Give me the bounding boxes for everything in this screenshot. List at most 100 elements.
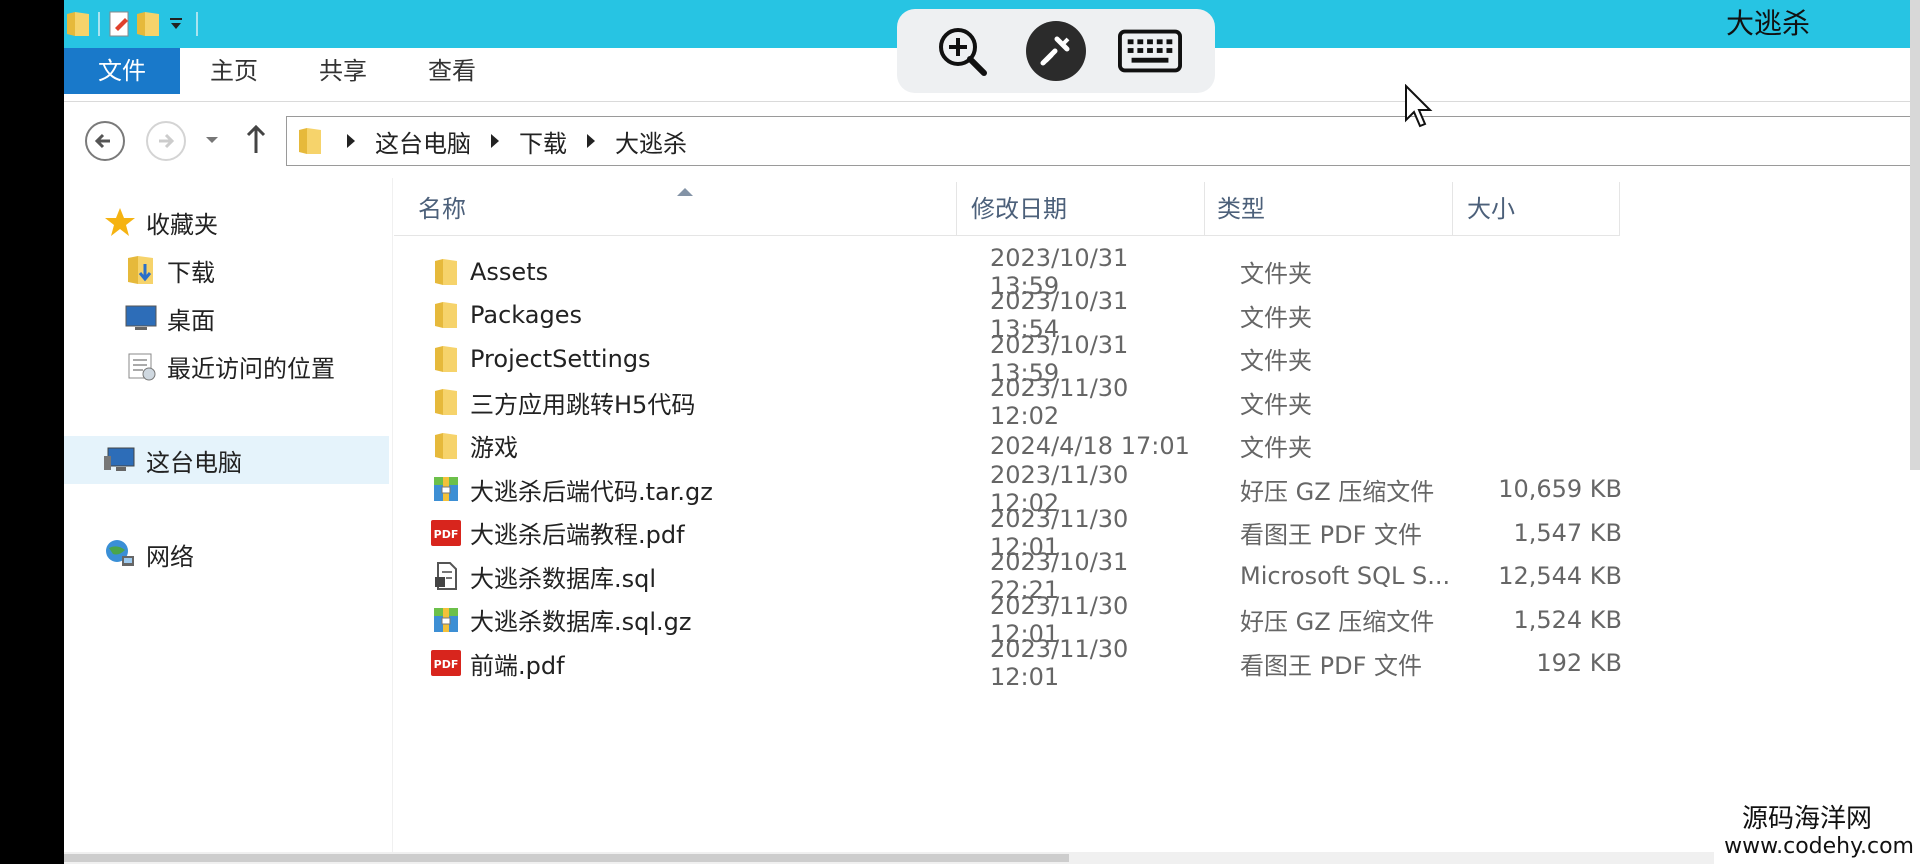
archive-icon — [430, 473, 462, 505]
breadcrumb-separator[interactable] — [587, 134, 595, 148]
tab-file[interactable]: 文件 — [64, 48, 180, 94]
column-header-name[interactable]: 名称 — [394, 182, 957, 236]
folder-icon — [430, 256, 462, 288]
tab-home[interactable]: 主页 — [210, 48, 258, 94]
network-icon — [102, 536, 138, 572]
file-name: Packages — [470, 301, 582, 330]
file-type: 看图王 PDF 文件 — [1240, 651, 1423, 680]
file-name-cell[interactable]: 大逃杀后端代码.tar.gz — [394, 472, 954, 507]
keyboard-icon[interactable] — [1118, 19, 1182, 83]
recent-locations-chevron-down-icon[interactable] — [204, 132, 220, 148]
breadcrumb-this-pc[interactable]: 这台电脑 — [375, 124, 471, 159]
folder-icon[interactable] — [64, 6, 92, 42]
file-type: 好压 GZ 压缩文件 — [1240, 608, 1435, 637]
computer-icon — [102, 442, 138, 478]
file-name: 三方应用跳转H5代码 — [470, 390, 696, 419]
file-size: 10,659 KB — [1498, 475, 1622, 504]
tab-view[interactable]: 查看 — [428, 48, 476, 94]
file-name-cell[interactable]: 大逃杀数据库.sql.gz — [394, 602, 954, 637]
remote-connection-icon[interactable] — [1024, 19, 1088, 83]
sidebar-item-network[interactable]: 网络 — [102, 534, 194, 574]
breadcrumb-separator[interactable] — [491, 134, 499, 148]
file-row[interactable]: PDF 前端.pdf 2023/11/30 12:01 看图王 PDF 文件 192 K… — [394, 635, 1694, 691]
file-size: 1,547 KB — [1513, 518, 1622, 547]
file-name: 大逃杀数据库.sql.gz — [470, 608, 692, 637]
file-name-cell[interactable]: 游戏 — [394, 428, 954, 463]
file-size: 1,524 KB — [1513, 605, 1622, 634]
remote-desktop-toolbar — [897, 9, 1215, 93]
star-icon — [102, 204, 138, 240]
file-size: 12,544 KB — [1498, 562, 1622, 591]
file-type: 文件夹 — [1240, 434, 1312, 463]
file-name: 游戏 — [470, 434, 518, 463]
folder-icon — [430, 386, 462, 418]
horizontal-scrollbar-thumb[interactable] — [64, 854, 1069, 862]
file-name: 大逃杀数据库.sql — [470, 564, 657, 593]
breadcrumb-separator[interactable] — [347, 134, 355, 148]
watermark-site-url: www.codehy.com — [1724, 834, 1914, 859]
file-type: 文件夹 — [1240, 260, 1312, 289]
file-date: 2023/11/30 12:01 — [990, 635, 1129, 692]
column-header-size[interactable]: 大小 — [1453, 182, 1620, 236]
new-folder-icon[interactable] — [134, 6, 162, 42]
recent-places-icon — [123, 348, 159, 384]
archive-icon — [430, 604, 462, 636]
breadcrumb-downloads[interactable]: 下载 — [519, 124, 567, 159]
pdf-icon: PDF — [430, 647, 462, 679]
desktop-icon — [123, 300, 159, 336]
folder-icon — [430, 343, 462, 375]
file-name-cell[interactable]: PDF 前端.pdf — [394, 646, 954, 681]
sidebar-item-recent-places[interactable]: 最近访问的位置 — [123, 346, 335, 386]
breadcrumb-current-folder[interactable]: 大逃杀 — [615, 124, 687, 159]
file-name: ProjectSettings — [470, 344, 651, 373]
file-type: 文件夹 — [1240, 347, 1312, 376]
svg-text:PDF: PDF — [434, 658, 459, 671]
file-type: 文件夹 — [1240, 303, 1312, 332]
window-title: 大逃杀 — [1725, 7, 1810, 40]
sql-file-icon — [430, 560, 462, 592]
explorer-window: 大逃杀 文件 主页 共享 查看 这台电脑 下载 大逃杀 收藏夹 下载 桌面 最近… — [64, 0, 1920, 864]
file-size: 192 KB — [1536, 649, 1622, 678]
sidebar-item-desktop[interactable]: 桌面 — [123, 298, 215, 338]
file-type: Microsoft SQL S... — [1240, 562, 1451, 591]
file-type: 文件夹 — [1240, 390, 1312, 419]
svg-text:PDF: PDF — [434, 528, 459, 541]
folder-icon — [430, 430, 462, 462]
file-name-cell[interactable]: ProjectSettings — [394, 343, 954, 375]
horizontal-scrollbar[interactable] — [64, 852, 1920, 864]
sidebar-item-downloads[interactable]: 下载 — [123, 250, 215, 290]
back-button[interactable] — [84, 120, 126, 162]
up-button[interactable] — [244, 124, 268, 156]
file-name-cell[interactable]: Assets — [394, 256, 954, 288]
file-name: Assets — [470, 257, 549, 286]
properties-icon[interactable] — [106, 6, 134, 42]
file-date: 2024/4/18 17:01 — [990, 431, 1190, 460]
sidebar-item-this-pc[interactable]: 这台电脑 — [102, 440, 242, 480]
pane-splitter[interactable] — [392, 178, 393, 864]
tab-share[interactable]: 共享 — [319, 48, 367, 94]
watermark-site-name: 源码海洋网 — [1741, 804, 1872, 834]
column-header-date[interactable]: 修改日期 — [957, 182, 1205, 236]
vertical-scrollbar[interactable] — [1910, 0, 1920, 470]
file-name-cell[interactable]: PDF 大逃杀后端教程.pdf — [394, 515, 954, 550]
forward-button[interactable] — [145, 120, 187, 162]
customize-toolbar-icon[interactable] — [162, 6, 190, 42]
quick-access-toolbar — [64, 6, 204, 42]
folder-icon — [297, 126, 323, 156]
file-row[interactable]: 三方应用跳转H5代码 2023/11/30 12:02 文件夹 — [394, 374, 1694, 430]
toolbar-separator — [98, 12, 100, 36]
navigation-bar: 这台电脑 下载 大逃杀 — [64, 102, 1920, 178]
downloads-folder-icon — [123, 252, 159, 288]
mouse-pointer-icon — [1404, 83, 1434, 132]
address-bar[interactable]: 这台电脑 下载 大逃杀 — [286, 116, 1920, 166]
column-header-type[interactable]: 类型 — [1205, 182, 1453, 236]
sidebar-item-favorites[interactable]: 收藏夹 — [102, 202, 218, 242]
folder-icon — [430, 299, 462, 331]
file-name: 大逃杀后端代码.tar.gz — [470, 477, 713, 506]
file-name-cell[interactable]: Packages — [394, 299, 954, 331]
zoom-in-icon[interactable] — [930, 19, 994, 83]
toolbar-separator — [196, 12, 198, 36]
file-name-cell[interactable]: 大逃杀数据库.sql — [394, 559, 954, 594]
file-rows: Assets 2023/10/31 13:59 文件夹 Packages 2023/10… — [394, 244, 1694, 691]
file-name-cell[interactable]: 三方应用跳转H5代码 — [394, 385, 954, 420]
